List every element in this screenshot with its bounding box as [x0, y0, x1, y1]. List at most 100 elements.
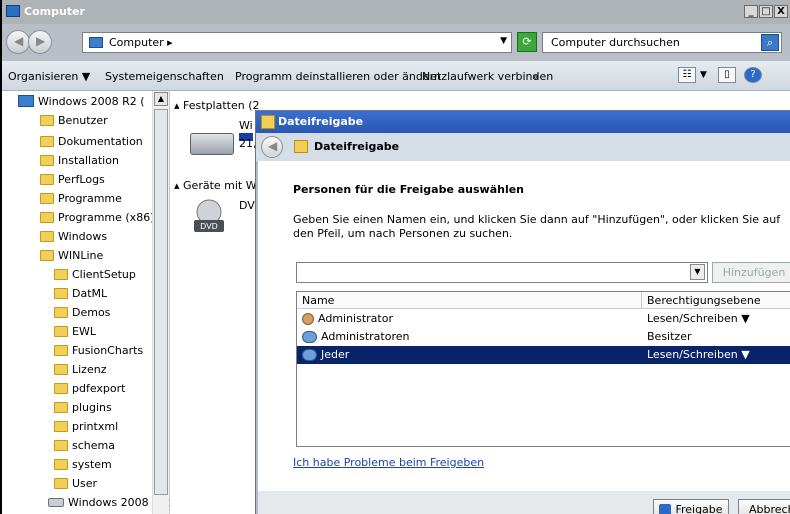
cancel-button[interactable]: Abbrechen [738, 499, 790, 514]
uninstall-button[interactable]: Programm deinstallieren oder ändern [235, 70, 441, 83]
dialog-title: Dateifreigabe [278, 115, 364, 128]
refresh-icon: ⟳ [522, 35, 532, 48]
computer-icon [6, 5, 20, 17]
server-icon [18, 95, 34, 107]
folder-icon [54, 306, 68, 318]
permission-level-dropdown[interactable]: Lesen/Schreiben ▼ [647, 348, 750, 361]
group-header-label: Geräte mit We [183, 179, 263, 192]
tree-item-clientsetup[interactable]: ClientSetup [54, 266, 136, 282]
folder-icon [40, 192, 54, 204]
tree-label: Lizenz [72, 362, 107, 376]
search-input[interactable]: Computer durchsuchen ⌕ [542, 32, 782, 53]
dvd-label[interactable]: DV [239, 199, 255, 212]
folder-icon [54, 344, 68, 356]
tree-label: printxml [72, 419, 119, 433]
search-icon[interactable]: ⌕ [761, 34, 779, 51]
tree-item-windows[interactable]: Windows [40, 228, 107, 244]
forward-button[interactable]: ▶ [28, 30, 52, 54]
tree-item-perflogs[interactable]: PerfLogs [40, 171, 105, 187]
folder-icon [54, 268, 68, 280]
help-icon[interactable]: ? [744, 67, 762, 83]
drive-icon [48, 497, 64, 507]
tree-item-installation[interactable]: Installation [40, 152, 119, 168]
tree-item-fusioncharts[interactable]: FusionCharts [54, 342, 143, 358]
folder-icon [40, 230, 54, 242]
tree-item-server[interactable]: Windows 2008 R2 ( [18, 93, 145, 109]
dialog-back-button[interactable]: ◀ [261, 136, 283, 158]
tree-item-plugins[interactable]: plugins [54, 399, 112, 415]
tree-item-ewl[interactable]: EWL [54, 323, 96, 339]
tree-item-system[interactable]: system [54, 456, 112, 472]
share-button[interactable]: Freigabe [653, 499, 729, 514]
organize-button[interactable]: Organisieren ▼ [8, 70, 90, 83]
tree-label: DatML [72, 286, 108, 300]
more-button[interactable]: » [532, 70, 539, 83]
nav-scrollbar[interactable]: ▲ [152, 91, 169, 514]
arrow-right-icon: ▶ [36, 34, 46, 48]
folder-icon [54, 325, 68, 337]
tree-item-programme[interactable]: Programme [40, 190, 122, 206]
maximize-button[interactable]: □ [759, 5, 773, 18]
address-path[interactable]: Computer [109, 36, 164, 49]
table-header: Name Berechtigungsebene [297, 292, 790, 309]
tree-label: User [72, 476, 98, 490]
tree-label: Demos [72, 305, 111, 319]
hard-drive-icon[interactable] [190, 133, 234, 155]
tree-item-pdfexport[interactable]: pdfexport [54, 380, 125, 396]
table-row[interactable]: Administratoren Besitzer [297, 328, 790, 346]
permission-level-dropdown[interactable]: Lesen/Schreiben ▼ [647, 312, 750, 325]
address-field[interactable]: Computer ▸ ▼ [82, 32, 512, 53]
user-icon [302, 312, 314, 325]
tree-item-programme-x86[interactable]: Programme (x86) [40, 209, 154, 225]
tree-item-user[interactable]: User [54, 475, 97, 491]
close-button[interactable]: X [774, 5, 788, 18]
folder-icon [54, 439, 68, 451]
name-input[interactable] [296, 262, 708, 283]
window-buttons: _ □ X [744, 5, 788, 18]
preview-pane-icon[interactable]: ▯ [718, 67, 736, 83]
help-link[interactable]: Ich habe Probleme beim Freigeben [293, 456, 484, 469]
tree-label: Windows 2008 R2 ( [38, 94, 145, 108]
scroll-thumb[interactable] [154, 109, 168, 495]
view-options-icon[interactable]: ☷ [678, 67, 696, 83]
sharing-icon [294, 140, 308, 153]
column-separator[interactable] [641, 292, 642, 309]
dialog-nav-bar: ◀ Dateifreigabe [256, 133, 790, 161]
search-placeholder: Computer durchsuchen [551, 36, 680, 49]
address-bar: ◀ ▶ Computer ▸ ▼ ⟳ Computer durchsuchen … [2, 24, 790, 61]
table-row-selected[interactable]: Jeder Lesen/Schreiben ▼ [297, 346, 790, 364]
minimize-button[interactable]: _ [744, 5, 758, 18]
arrow-left-icon: ◀ [14, 34, 24, 48]
tree-item-printxml[interactable]: printxml [54, 418, 118, 434]
tree-label: system [72, 457, 112, 471]
tree-item-schema[interactable]: schema [54, 437, 115, 453]
chevron-down-icon[interactable]: ▼ [500, 36, 507, 46]
arrow-left-icon: ◀ [268, 139, 278, 153]
tree-item-datml[interactable]: DatML [54, 285, 107, 301]
column-header-name[interactable]: Name [302, 294, 334, 307]
column-header-level[interactable]: Berechtigungsebene [647, 294, 761, 307]
tree-item-lizenz[interactable]: Lizenz [54, 361, 106, 377]
drive-size: 21, [239, 137, 257, 150]
add-button[interactable]: Hinzufügen [712, 262, 790, 283]
tree-item-dokumentation[interactable]: Dokumentation [40, 133, 143, 149]
system-properties-button[interactable]: Systemeigenschaften [105, 70, 224, 83]
view-dropdown-icon[interactable]: ▼ [700, 70, 707, 80]
tree-item-benutzer[interactable]: Benutzer [40, 112, 108, 128]
tree-item-demos[interactable]: Demos [54, 304, 110, 320]
window-title: Computer [24, 5, 85, 18]
table-row[interactable]: Administrator Lesen/Schreiben ▼ [297, 310, 790, 328]
group-header-devices[interactable]: ▴ Geräte mit We [174, 179, 263, 192]
drive-label[interactable]: Wi [239, 119, 253, 132]
folder-icon [54, 401, 68, 413]
chevron-down-icon[interactable]: ▼ [690, 264, 705, 280]
folder-icon [54, 420, 68, 432]
tree-item-winline[interactable]: WINLine [40, 247, 103, 263]
group-header-hdd[interactable]: ▴ Festplatten (2 [174, 99, 260, 112]
scroll-up-arrow[interactable]: ▲ [154, 92, 168, 106]
dvd-drive-icon[interactable]: DVD [192, 198, 226, 238]
explorer-window: Computer _ □ X ◀ ▶ Computer ▸ ▼ ⟳ Comput… [0, 0, 790, 514]
refresh-button[interactable]: ⟳ [517, 32, 537, 52]
back-button[interactable]: ◀ [6, 30, 30, 54]
dialog-body: Personen für die Freigabe auswählen Gebe… [258, 161, 790, 491]
